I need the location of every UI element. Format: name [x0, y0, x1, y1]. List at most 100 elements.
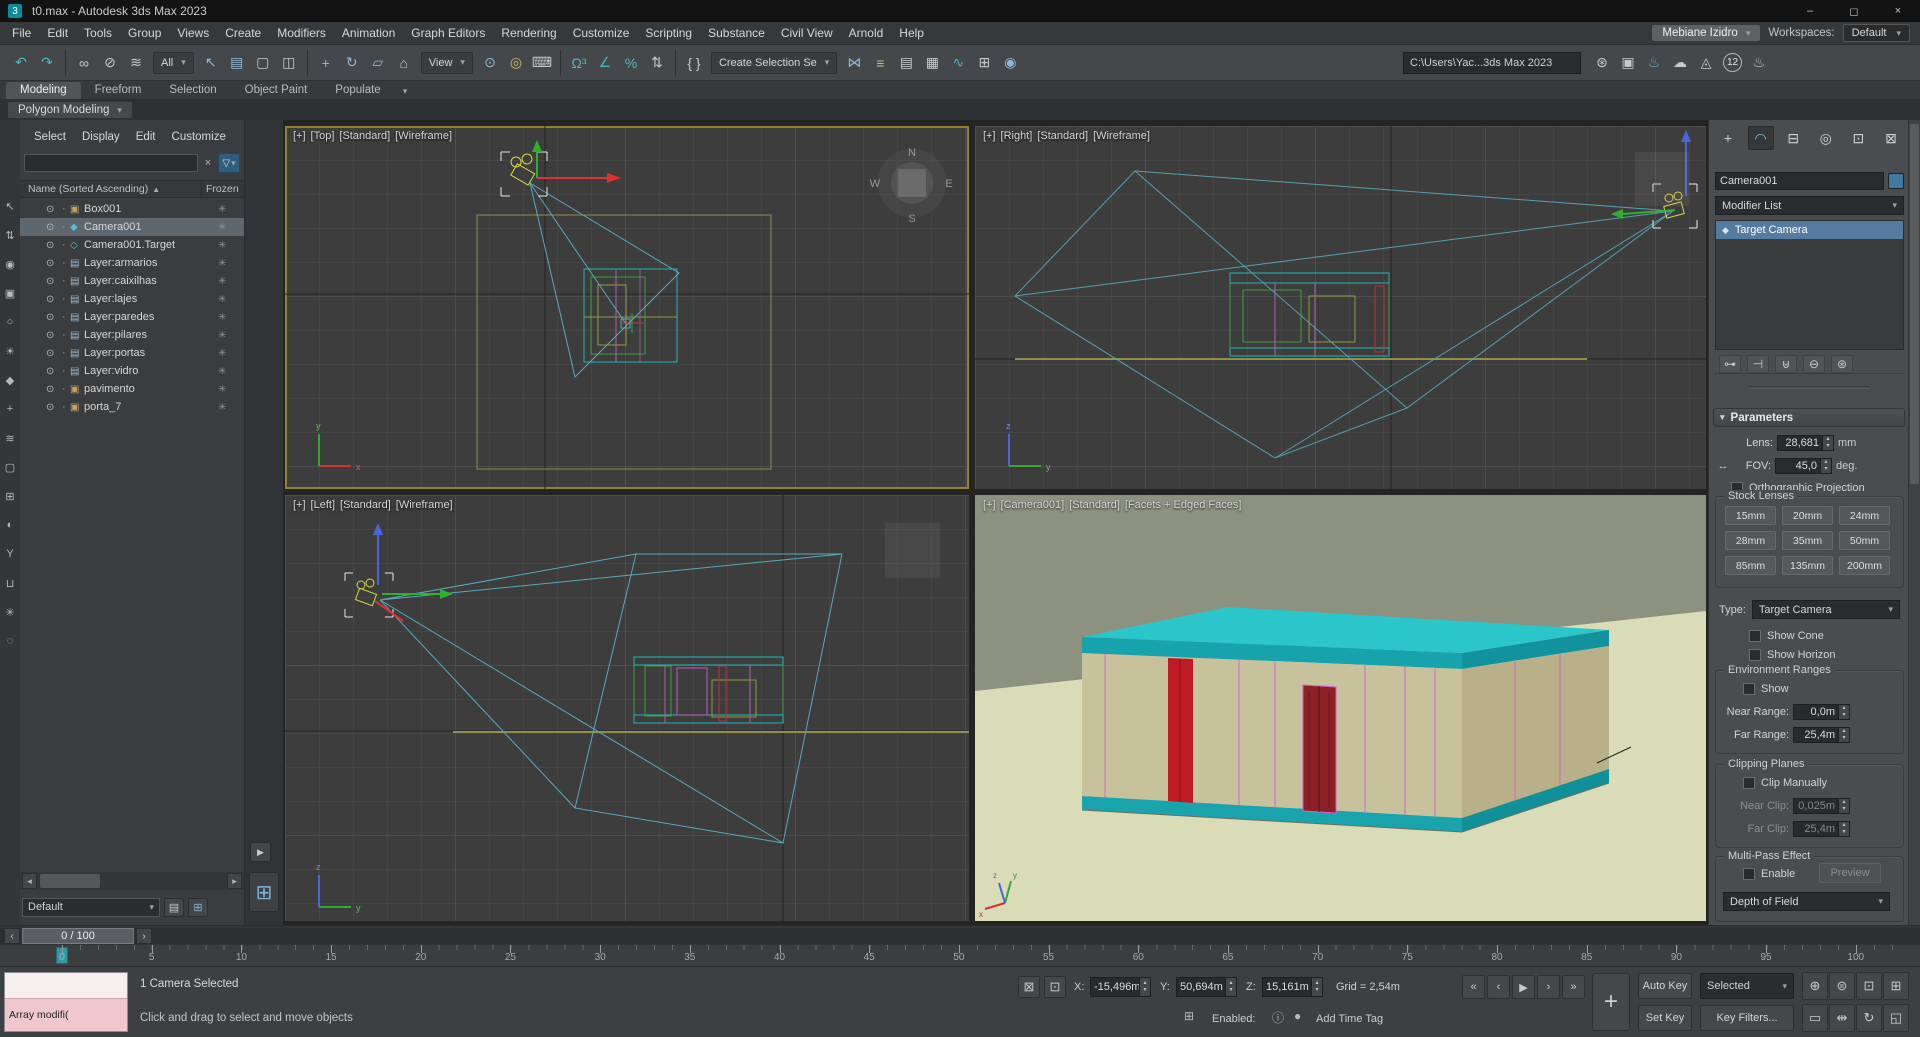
show-geometry-icon[interactable]: ▣	[1, 283, 19, 303]
explorer-row[interactable]: ⊙ · ▤ Layer:armarios ✳	[20, 254, 244, 272]
auto-key-button[interactable]: Auto Key	[1638, 973, 1692, 999]
visibility-eye-icon[interactable]: ⊙	[46, 294, 54, 305]
menu-item[interactable]: Customize	[565, 22, 638, 44]
select-and-scale-icon[interactable]: ▱	[365, 50, 391, 76]
show-end-result-icon[interactable]: ⊣	[1747, 354, 1769, 373]
explorer-row[interactable]: ⊙ · ▣ porta_7 ✳	[20, 398, 244, 416]
render-setup-icon[interactable]: ⊛	[1589, 50, 1615, 76]
visibility-eye-icon[interactable]: ⊙	[46, 348, 54, 359]
toggle-layer-explorer-icon[interactable]: ▤	[893, 50, 919, 76]
menu-item[interactable]: Edit	[39, 22, 76, 44]
spinner-down-icon[interactable]: ▾	[1839, 829, 1849, 836]
explorer-row[interactable]: ⊙ · ◆ Camera001 ✳	[20, 218, 244, 236]
y-coordinate-field[interactable]: 50,694m ▴ ▾	[1176, 977, 1237, 997]
far-clip-field[interactable]: 25,4m ▴ ▾	[1793, 821, 1850, 837]
filter-button[interactable]: ▽ ▾	[218, 153, 240, 173]
render-last-icon[interactable]: ♨	[1746, 50, 1772, 76]
explorer-list-menu-button[interactable]: ▤	[164, 897, 184, 917]
stock-lens-button[interactable]: 28mm	[1725, 531, 1776, 550]
show-materials-icon[interactable]: ◐	[1, 515, 19, 535]
command-panel-scrollbar[interactable]	[1908, 120, 1920, 925]
explorer-menu-item[interactable]: Display	[76, 126, 126, 146]
workspace-dropdown[interactable]: Default ▾	[1842, 24, 1910, 42]
zoom-extents-icon[interactable]: ⊡	[1856, 972, 1882, 1000]
spinner-up-icon[interactable]: ▴	[1839, 728, 1849, 735]
z-coordinate-field[interactable]: 15,161m ▴ ▾	[1262, 977, 1323, 997]
play-button[interactable]: ▶	[1512, 975, 1535, 999]
show-xrefs-icon[interactable]: ⊞	[1, 486, 19, 506]
add-time-tag[interactable]: Add Time Tag	[1316, 1013, 1383, 1025]
object-color-swatch[interactable]	[1888, 173, 1904, 189]
multi-pass-effect-dropdown[interactable]: Depth of Field ▾	[1723, 892, 1890, 911]
edit-named-selection-sets-icon[interactable]: { }	[681, 50, 707, 76]
select-and-link-icon[interactable]: ∞	[71, 50, 97, 76]
key-set-dropdown[interactable]: Selected ▾	[1700, 973, 1794, 999]
frozen-toggle-icon[interactable]: ✳	[218, 276, 226, 287]
pan-view-icon[interactable]: ⇹	[1829, 1004, 1855, 1032]
viewport-label-segment[interactable]: [Standard]	[1037, 130, 1088, 142]
spinner[interactable]: ▴ ▾	[1838, 728, 1849, 742]
spinner-down-icon[interactable]: ▾	[1839, 712, 1849, 719]
explorer-row[interactable]: ⊙ · ▤ Layer:portas ✳	[20, 344, 244, 362]
frozen-toggle-icon[interactable]: ✳	[218, 240, 226, 251]
maxscript-mini-listener[interactable]: Array modifi(	[4, 972, 128, 1032]
viewport-label-segment[interactable]: [Wireframe]	[396, 499, 453, 511]
named-selection-set-dropdown[interactable]: Create Selection Se ▾	[710, 51, 838, 74]
menu-item[interactable]: Views	[169, 22, 217, 44]
viewport-label-segment[interactable]: [+]	[293, 499, 306, 511]
viewport-left[interactable]: [+] [Left] [Standard] [Wireframe] y z	[285, 495, 969, 921]
viewport-label-segment[interactable]: [Left]	[311, 499, 335, 511]
menu-item[interactable]: Animation	[334, 22, 403, 44]
visibility-eye-icon[interactable]: ⊙	[46, 366, 54, 377]
select-object-icon[interactable]: ↖	[198, 50, 224, 76]
frozen-toggle-icon[interactable]: ✳	[218, 402, 226, 413]
camera-type-dropdown[interactable]: Target Camera ▾	[1751, 600, 1900, 619]
lens-field[interactable]: 28,681 ▴ ▾	[1777, 435, 1834, 451]
frozen-toggle-icon[interactable]: ✳	[218, 330, 226, 341]
stock-lens-button[interactable]: 20mm	[1782, 506, 1833, 525]
pin-stack-icon[interactable]: ⊶	[1719, 354, 1741, 373]
visibility-eye-icon[interactable]: ⊙	[46, 276, 54, 287]
remove-modifier-icon[interactable]: ⊖	[1803, 354, 1825, 373]
render-production-icon[interactable]: ♨	[1641, 50, 1667, 76]
info-icon[interactable]: ⓘ	[1272, 1009, 1284, 1026]
viewport-label-segment[interactable]: [Camera001]	[1001, 499, 1065, 511]
keyboard-shortcut-override-icon[interactable]: ⌨	[529, 50, 555, 76]
spinner-up-icon[interactable]: ▴	[1226, 980, 1236, 987]
select-and-manipulate-icon[interactable]: ◎	[503, 50, 529, 76]
fov-field[interactable]: 45,0 ▴ ▾	[1775, 458, 1832, 474]
snaps-toggle-icon[interactable]: Ω³	[566, 50, 592, 76]
viewport-label-segment[interactable]: [+]	[983, 499, 996, 511]
reference-coordinate-dropdown[interactable]: View ▾	[420, 51, 473, 74]
motion-tab-icon[interactable]: ◎	[1813, 126, 1839, 150]
utilities-tab-icon[interactable]: ⊠	[1878, 126, 1904, 150]
spinner-up-icon[interactable]: ▴	[1823, 436, 1833, 443]
visibility-eye-icon[interactable]: ⊙	[46, 330, 54, 341]
scroll-left-button[interactable]: ◂	[22, 873, 37, 889]
menu-item[interactable]: Tools	[76, 22, 120, 44]
spinner-up-icon[interactable]: ▴	[1312, 980, 1322, 987]
frozen-toggle-icon[interactable]: ✳	[218, 312, 226, 323]
menu-item[interactable]: Group	[120, 22, 169, 44]
menu-item[interactable]: Civil View	[773, 22, 841, 44]
maximize-button[interactable]: ◻	[1832, 0, 1876, 22]
listener-script-line[interactable]: Array modifi(	[5, 999, 127, 1031]
name-column-header[interactable]: Name (Sorted Ascending)	[20, 183, 148, 195]
angle-snap-icon[interactable]: ∠	[592, 50, 618, 76]
select-and-move-icon[interactable]: +	[313, 50, 339, 76]
frozen-toggle-icon[interactable]: ✳	[218, 366, 226, 377]
explorer-row[interactable]: ⊙ · ▤ Layer:vidro ✳	[20, 362, 244, 380]
frozen-toggle-icon[interactable]: ✳	[218, 258, 226, 269]
house-model[interactable]	[1081, 607, 1610, 833]
use-pivot-center-icon[interactable]: ⊙	[477, 50, 503, 76]
window-crossing-toggle-icon[interactable]: ◫	[276, 50, 302, 76]
env-show-checkbox[interactable]	[1743, 683, 1755, 695]
viewport-top[interactable]: [+] [Top] [Standard] [Wireframe] W N E S…	[285, 126, 969, 489]
select-by-name-icon[interactable]: ▤	[224, 50, 250, 76]
stock-lens-button[interactable]: 50mm	[1839, 531, 1890, 550]
menu-item[interactable]: Rendering	[493, 22, 564, 44]
ribbon-tab[interactable]: Freeform	[81, 82, 156, 99]
show-cone-checkbox[interactable]	[1749, 630, 1761, 642]
spinner-down-icon[interactable]: ▾	[1226, 987, 1236, 994]
spinner[interactable]: ▴ ▾	[1225, 978, 1236, 996]
